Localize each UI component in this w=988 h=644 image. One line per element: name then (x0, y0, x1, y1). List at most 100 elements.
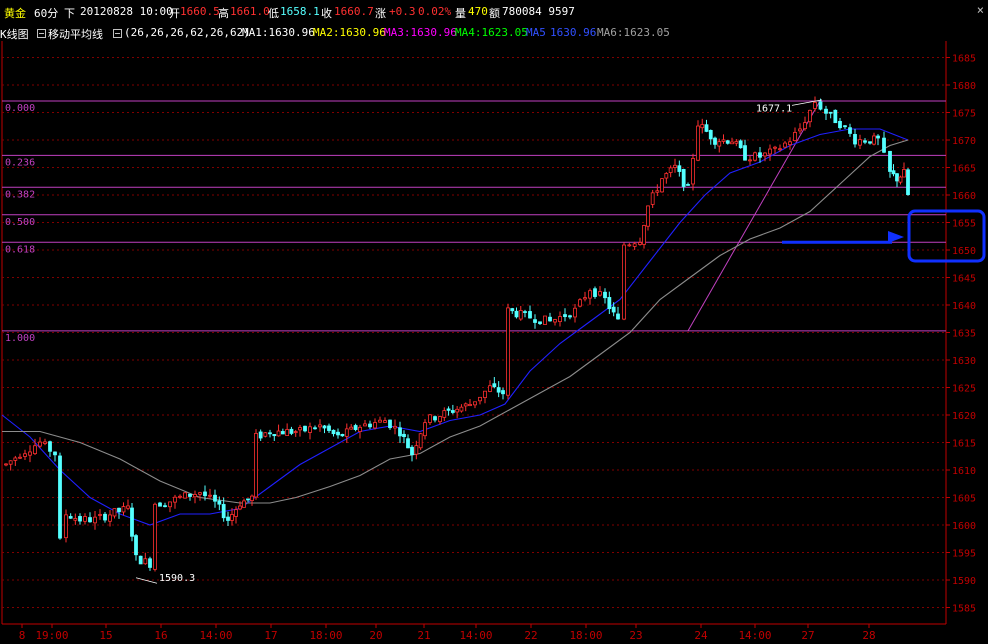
ma-grey-line (2, 139, 909, 504)
candle-body (768, 148, 772, 155)
candle-body (103, 513, 107, 521)
candle-body (98, 514, 102, 516)
candle-body (276, 430, 281, 437)
candle-body (293, 431, 298, 433)
candle-body (183, 492, 187, 499)
candle-body (230, 514, 234, 521)
change-percent: 0.02% (418, 5, 452, 18)
candle-body (704, 124, 709, 132)
candle-body (442, 410, 447, 418)
ma4-value: MA4:1623.05 (455, 26, 528, 39)
candle-body (793, 132, 797, 141)
low-annotation-leader (135, 577, 158, 584)
candle-body (340, 433, 345, 437)
ma3-value: MA3:1630.96 (384, 26, 457, 39)
candle-body (246, 498, 250, 501)
open-label: 开 (169, 7, 180, 20)
fib-label: 0.382 (5, 189, 35, 200)
candle-body (428, 414, 432, 423)
candle-body (568, 315, 572, 318)
x-tick-label: 16 (154, 629, 167, 642)
close-x-icon[interactable]: × (977, 3, 984, 17)
candle-body (758, 152, 762, 158)
candle-body (573, 307, 577, 318)
candle-body (843, 125, 847, 128)
candle-body (863, 140, 867, 143)
candle-body (627, 244, 632, 247)
time-axis: 19:00 8 15 16 14:00 17 18:00 20 21 14:00 22 18:00 23… (19, 624, 876, 642)
kline-chart[interactable]: 0.000 0.236 0.382 0.500 0.618 1.000 1677.1 159… (0, 0, 988, 644)
candle-body (902, 169, 906, 178)
candle-body (528, 311, 532, 319)
x-tick-label: 14:00 (459, 629, 492, 642)
direction-label: 下 (64, 7, 75, 20)
candle-body (414, 445, 419, 455)
candle-body (18, 456, 22, 459)
candle-body (773, 146, 777, 149)
candle-body (708, 130, 713, 140)
candle-body (13, 457, 18, 461)
candle-body (501, 390, 505, 395)
candle-body (48, 441, 52, 452)
y-tick-label: 1625 (952, 384, 976, 395)
candle-body (363, 423, 367, 427)
candle-body (410, 446, 414, 456)
candle-body (463, 403, 468, 407)
candle-body (492, 383, 497, 388)
y-tick-label: 1645 (952, 274, 976, 285)
y-tick-label: 1630 (952, 356, 976, 367)
candle-body (336, 431, 340, 436)
y-tick-label: 1655 (952, 219, 976, 230)
candle-body (418, 433, 423, 449)
x-tick-label: 24 (694, 629, 708, 642)
y-tick-label: 1670 (952, 136, 976, 147)
indicator-bar: K线图 移动平均线 (26,26,26,62,26,62) MA1:1630.9… (0, 25, 988, 41)
candle-body (686, 184, 690, 186)
candle-body (738, 140, 743, 149)
candle-body (158, 502, 162, 507)
symbol-name: 黄金 (4, 7, 26, 20)
x-tick-label: 28 (862, 629, 875, 642)
candle-body (138, 555, 143, 565)
close-label: 收 (321, 7, 332, 20)
candle-body (882, 137, 886, 153)
candle-body (753, 152, 757, 161)
candle-body (888, 150, 892, 172)
fib-label: 0.000 (5, 103, 35, 114)
moving-average-lines (1, 128, 909, 526)
quote-header: 黄金 60分 下 20120828 10:00 开 1660.5 高 1661.… (0, 0, 988, 24)
low-label: 低 (268, 7, 279, 20)
collapse-icon[interactable] (37, 29, 46, 38)
candle-body (725, 140, 730, 144)
close-value: 1660.7 (334, 5, 374, 18)
fib-label: 0.618 (5, 244, 35, 255)
candle-body (349, 426, 354, 430)
ma2-value: MA2:1630.96 (313, 26, 386, 39)
volume-label: 量 (455, 7, 466, 20)
candle-body (143, 558, 148, 565)
candle-body (203, 491, 207, 497)
candle-body (828, 111, 833, 114)
candle-body (238, 505, 242, 510)
candle-body (263, 432, 268, 437)
x-tick-label: 21 (417, 629, 430, 642)
candle-body (721, 139, 726, 142)
candle-body (673, 164, 677, 168)
candle-body (558, 316, 562, 322)
candle-body (563, 314, 567, 318)
candle-body (93, 516, 97, 524)
collapse-icon[interactable] (113, 29, 122, 38)
fib-label: 0.236 (5, 157, 35, 168)
candle-body (553, 319, 557, 323)
candle-body (58, 455, 62, 539)
candle-body (38, 441, 42, 447)
candle-body (838, 120, 842, 129)
candle-body (858, 139, 862, 146)
change-label: 涨 (375, 7, 386, 20)
candle-body (88, 517, 92, 523)
candle-body (607, 297, 612, 310)
candle-body (533, 319, 537, 323)
candle-body (818, 101, 823, 110)
candle-body (250, 495, 254, 501)
y-tick-label: 1650 (952, 246, 976, 257)
